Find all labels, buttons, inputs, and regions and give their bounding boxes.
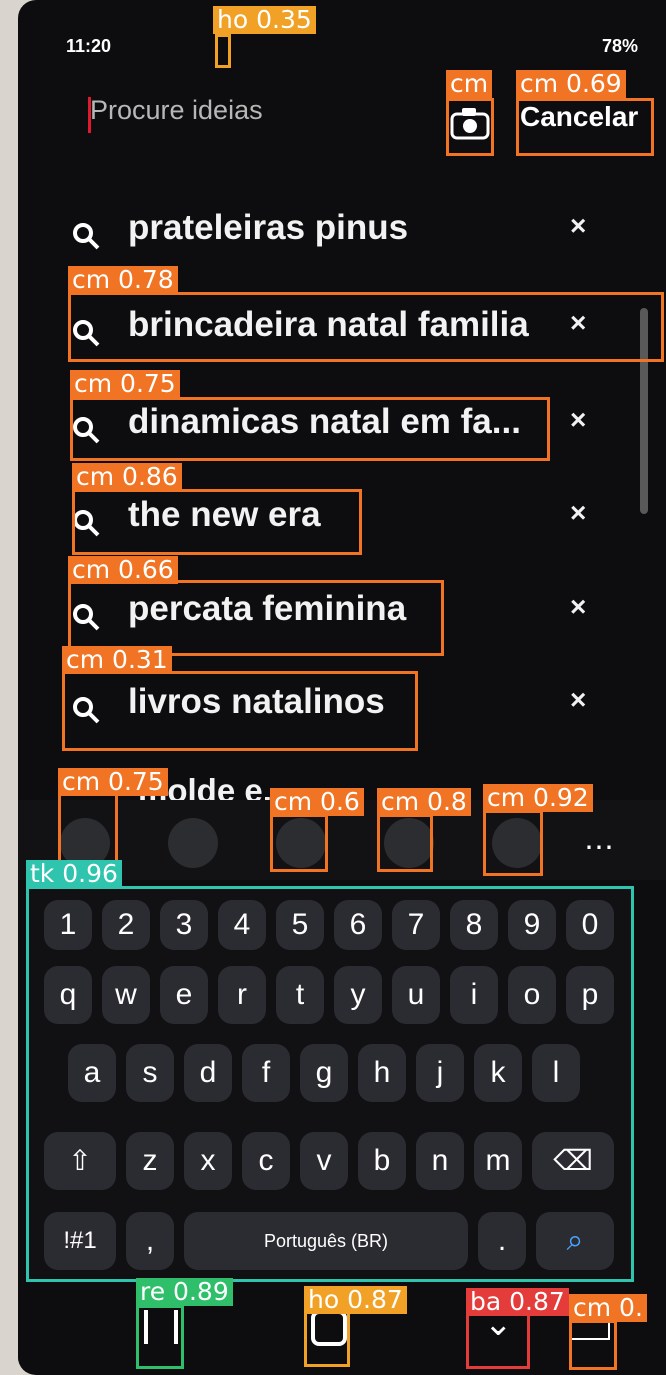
annotation-tag: ho 0.35: [213, 6, 316, 34]
annotation-box: [270, 814, 328, 872]
annotation-tag: cm 0.31: [62, 646, 172, 674]
remove-icon[interactable]: ×: [570, 404, 586, 436]
remove-icon[interactable]: ×: [570, 684, 586, 716]
annotation-tag: cm: [446, 70, 493, 98]
search-icon: [73, 223, 100, 250]
phone-screen: 11:20 78% Procure ideias Cancelar pratel…: [18, 0, 666, 1375]
annotation-box: [70, 397, 550, 461]
status-bar: 11:20 78%: [18, 36, 666, 64]
annotation-tag: cm 0.: [569, 1294, 647, 1322]
battery-status: 78%: [601, 36, 638, 56]
annotation-tag: cm 0.75: [70, 370, 180, 398]
annotation-tag: re 0.89: [136, 1278, 233, 1306]
annotation-box: [377, 814, 433, 872]
remove-icon[interactable]: ×: [570, 591, 586, 623]
annotation-box: [569, 1320, 617, 1370]
annotation-box: [62, 671, 418, 751]
annotation-box: [446, 98, 494, 156]
annotation-tag: cm 0.8: [377, 788, 471, 816]
annotation-box: [68, 292, 664, 362]
sticker-icon[interactable]: [168, 818, 218, 868]
annotation-tag: cm 0.66: [68, 556, 178, 584]
annotation-tag: ba 0.87: [466, 1288, 569, 1316]
annotation-box: [304, 1311, 350, 1367]
annotation-tag: cm 0.69: [516, 70, 626, 98]
annotation-tag: tk 0.96: [26, 860, 122, 888]
annotation-tag: ho 0.87: [304, 1286, 407, 1314]
annotation-tag: cm 0.92: [483, 784, 593, 812]
annotation-tag: cm 0.78: [68, 266, 178, 294]
annotation-box: [215, 34, 231, 68]
annotation-box: [466, 1313, 530, 1369]
annotation-box: [26, 886, 634, 1282]
status-time: 11:20: [66, 36, 112, 56]
suggestion-text: prateleiras pinus: [128, 208, 409, 247]
search-input[interactable]: Procure ideias: [90, 95, 263, 126]
annotation-box: [72, 489, 362, 555]
annotation-tag: cm 0.6: [270, 788, 364, 816]
annotation-box: [483, 810, 543, 876]
annotation-box: [516, 98, 654, 156]
remove-icon[interactable]: ×: [570, 210, 586, 242]
annotation-tag: cm 0.75: [58, 768, 168, 796]
remove-icon[interactable]: ×: [570, 497, 586, 529]
annotation-box: [136, 1305, 184, 1369]
annotation-tag: cm 0.86: [72, 463, 182, 491]
more-icon[interactable]: ⋯: [584, 830, 614, 865]
